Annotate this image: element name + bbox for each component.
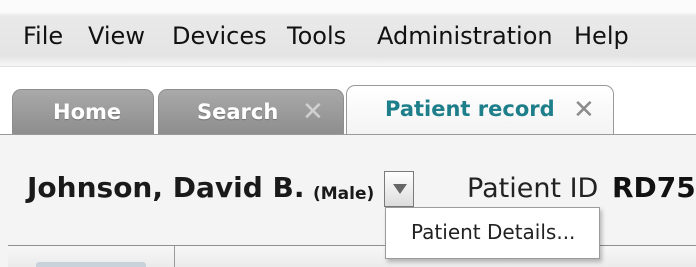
patient-sex: (Male)	[313, 184, 375, 204]
tab-patient-record-label: Patient record	[385, 97, 555, 121]
lower-panel-tab[interactable]	[36, 262, 146, 267]
patient-id-label: Patient ID	[467, 173, 599, 204]
menu-file[interactable]: File	[23, 20, 63, 52]
menu-administration[interactable]: Administration	[377, 20, 553, 52]
patient-dropdown-menu: Patient Details...	[385, 207, 600, 259]
column-divider	[174, 246, 175, 267]
tab-home[interactable]: Home	[12, 89, 154, 135]
menu-view[interactable]: View	[88, 20, 145, 52]
patient-id-value: RD753	[612, 171, 696, 204]
patient-name: Johnson, David B.	[27, 171, 305, 204]
tab-search-label: Search	[197, 100, 279, 124]
patient-record-panel: Johnson, David B. (Male) Patient ID RD75…	[0, 134, 696, 267]
patient-menu-dropdown-button[interactable]	[384, 171, 414, 207]
menu-devices[interactable]: Devices	[172, 20, 267, 52]
chevron-down-icon	[393, 184, 407, 194]
close-icon[interactable]: ✕	[573, 97, 595, 123]
tab-strip: Home Search ✕ Patient record ✕	[0, 67, 696, 137]
close-icon[interactable]: ✕	[302, 99, 324, 125]
menu-item-patient-details[interactable]: Patient Details...	[411, 220, 575, 244]
menu-bar: File View Devices Tools Administration H…	[0, 0, 696, 67]
tab-home-label: Home	[53, 100, 122, 124]
menu-tools[interactable]: Tools	[287, 20, 346, 52]
app-window: File View Devices Tools Administration H…	[0, 0, 696, 267]
tab-search[interactable]: Search ✕	[158, 89, 344, 135]
menu-help[interactable]: Help	[574, 20, 629, 52]
tab-patient-record[interactable]: Patient record ✕	[346, 85, 614, 137]
